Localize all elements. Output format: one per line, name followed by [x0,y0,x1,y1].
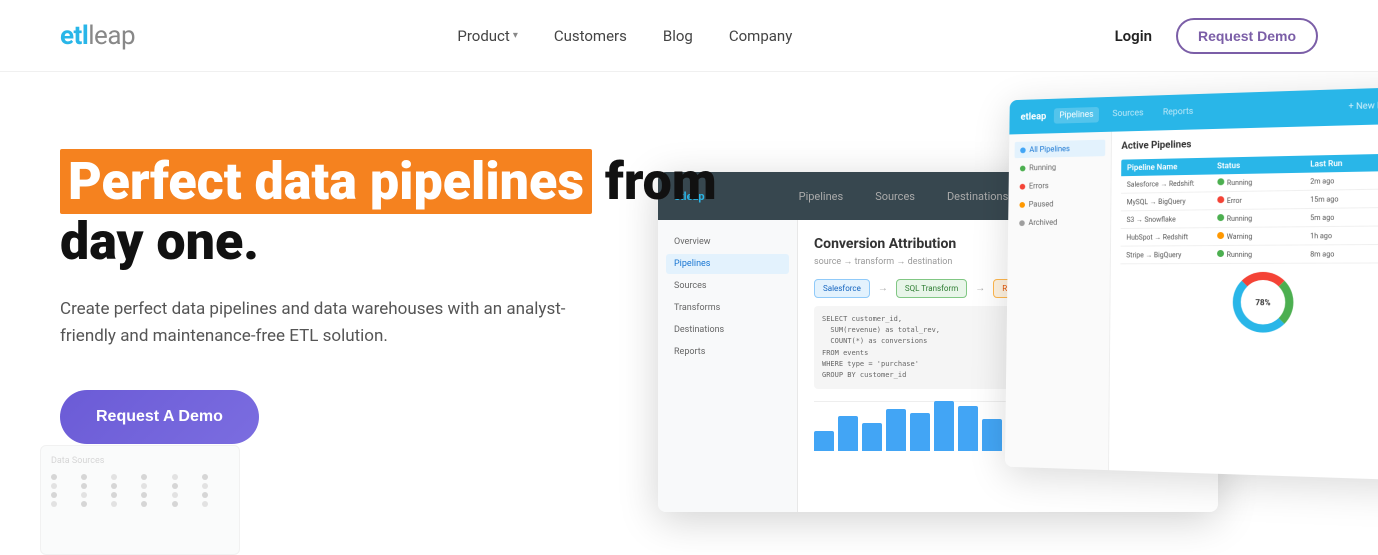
table-row: HubSpot → Redshift Warning 1h ago [1121,226,1378,246]
td-status: Error [1217,195,1310,205]
bar-3 [862,423,882,451]
dashboard-secondary: etleap Pipelines Sources Reports + New P… [1005,87,1378,481]
dot-blue [1020,147,1026,153]
dash2-content: Active Pipelines Pipeline Name Status La… [1109,123,1378,480]
td-status: Running [1217,249,1310,259]
nav-customers[interactable]: Customers [554,27,627,45]
dash2-title: Active Pipelines [1121,139,1191,151]
dot-red [1020,183,1026,189]
headline-highlighted: Perfect data pipelines [60,149,592,214]
status-green-dot [1217,214,1224,221]
dash2-sidebar: All Pipelines Running Errors Paused [1005,132,1112,470]
nav-blog[interactable]: Blog [663,27,693,45]
dash2-paused[interactable]: Paused [1014,195,1105,213]
dot-grey [1019,220,1025,226]
request-demo-header-button[interactable]: Request Demo [1176,18,1318,54]
dash2-header-row: Active Pipelines [1121,134,1378,152]
circle-chart-area: 78% [1120,272,1378,334]
hero-images: etleap Pipelines Sources Destinations 10… [658,92,1378,555]
arrow-icon: → [878,283,888,294]
td-name: S3 → Snowflake [1127,215,1217,224]
td-name: HubSpot → Redshift [1126,233,1216,242]
td-status: Warning [1217,231,1310,241]
arrow-icon-2: → [975,283,985,294]
nav-company[interactable]: Company [729,27,792,45]
dash2-tab-reports: Reports [1157,104,1199,121]
nav-product[interactable]: Product ▾ [457,27,517,45]
bar-8 [982,419,1002,451]
th-status: Status [1217,160,1310,171]
login-link[interactable]: Login [1115,27,1152,45]
td-lastrun: 5m ago [1310,212,1378,221]
logo-leap: leap [88,21,135,51]
td-lastrun: 15m ago [1310,194,1378,204]
bar-2 [838,416,858,451]
chevron-down-icon: ▾ [513,30,518,41]
td-name: Stripe → BigQuery [1126,251,1217,259]
status-red-dot [1217,196,1224,203]
hero-headline: Perfect data pipelines from day one. [60,152,740,272]
bar-5 [910,413,930,451]
source-node: Salesforce [814,279,870,298]
th-name: Pipeline Name [1127,162,1217,173]
dash2-errors[interactable]: Errors [1014,177,1105,195]
td-lastrun: 1h ago [1310,231,1378,240]
header: etlleap Product ▾ Customers Blog Company… [0,0,1378,72]
cta-button[interactable]: Request A Demo [60,390,259,444]
bar-7 [958,406,978,451]
dash2-tab-sources: Sources [1107,105,1150,122]
status-green-dot [1217,178,1224,185]
transform-node: SQL Transform [896,279,967,298]
dot-green [1020,165,1026,171]
main-nav: Product ▾ Customers Blog Company [457,27,792,45]
td-status: Running [1217,213,1310,223]
db-tab-sources: Sources [867,186,923,207]
hero-text: Perfect data pipelines from day one. Cre… [60,152,740,444]
dash2-all-pipelines[interactable]: All Pipelines [1015,140,1106,159]
hero-subtext: Create perfect data pipelines and data w… [60,296,600,350]
bar-1 [814,431,834,451]
logo: etlleap [60,21,135,51]
nav-actions: Login Request Demo [1115,18,1318,54]
dash2-tab-pipelines: Pipelines [1054,107,1100,124]
hero-section: Perfect data pipelines from day one. Cre… [0,72,1378,555]
td-lastrun: 2m ago [1310,175,1378,185]
td-lastrun: 8m ago [1310,249,1378,258]
dash2-archived[interactable]: Archived [1014,214,1105,231]
circle-chart: 78% [1233,272,1294,333]
dash2-running[interactable]: Running [1014,158,1105,176]
card-decoration-1: Data Sources [40,445,240,555]
dash2-logo: etleap [1021,111,1047,122]
dash2-body: All Pipelines Running Errors Paused [1005,123,1378,480]
dash2-btn[interactable]: + New Pipeline [1348,100,1378,112]
bar-4 [886,409,906,451]
status-green-dot [1217,250,1224,257]
logo-etl: etl [60,21,88,51]
db-tab-destinations: Destinations [939,186,1016,207]
db-tab-pipelines: Pipelines [791,186,852,207]
card-dots [51,474,229,507]
bar-6 [934,401,954,451]
td-name: MySQL → BigQuery [1127,197,1217,206]
td-status: Running [1217,177,1310,188]
th-lastrun: Last Run [1310,158,1378,169]
dot-orange [1019,202,1025,208]
table-row: Stripe → BigQuery Running 8m ago [1120,245,1378,265]
status-orange-dot [1217,232,1224,239]
td-name: Salesforce → Redshift [1127,179,1217,188]
table-row: S3 → Snowflake Running 5m ago [1121,208,1378,229]
